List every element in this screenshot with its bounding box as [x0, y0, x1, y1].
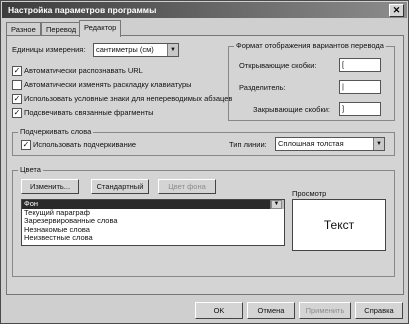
close-brackets-input[interactable]: ]: [339, 102, 381, 116]
checkbox-nontranslatable-marks[interactable]: ✓: [12, 94, 22, 104]
checkbox-switch-keyboard[interactable]: [12, 80, 22, 90]
settings-dialog: Настройка параметров программы ✕ Разное …: [0, 0, 409, 324]
format-group: Формат отображения вариантов перевода От…: [228, 41, 395, 121]
separator-label: Разделитель:: [239, 83, 286, 92]
checkbox-recognize-url[interactable]: ✓: [12, 66, 22, 76]
separator-value: |: [342, 82, 344, 91]
cancel-button[interactable]: Отмена: [247, 302, 295, 319]
close-brackets-label: Закрывающие скобки:: [253, 105, 330, 114]
tab-misc[interactable]: Разное: [6, 22, 41, 36]
line-type-value: Сплошная толстая: [278, 139, 344, 148]
units-value: сантиметры (см): [96, 45, 154, 54]
title-bar: Настройка параметров программы ✕: [2, 2, 407, 18]
underline-group: Подчеркивать слова ✓ Использовать подчер…: [12, 127, 395, 156]
line-type-label: Тип линии:: [229, 140, 267, 149]
checkbox-recognize-url-label: Автоматически распознавать URL: [24, 66, 143, 75]
preview-box: Текст: [292, 199, 386, 251]
help-button[interactable]: Справка: [355, 302, 403, 319]
chevron-down-icon: ▼: [167, 44, 178, 56]
line-type-select[interactable]: Сплошная толстая ▼: [275, 137, 385, 151]
colors-group: Цвета Изменить... Стандартный Цвет фона …: [12, 165, 395, 277]
units-select[interactable]: сантиметры (см) ▼: [93, 43, 179, 57]
units-label: Единицы измерения:: [12, 45, 86, 54]
standard-color-button[interactable]: Стандартный: [91, 179, 149, 194]
close-brackets-value: ]: [342, 104, 345, 113]
underline-group-title: Подчеркивать слова: [18, 127, 94, 136]
colors-group-title: Цвета: [18, 165, 43, 174]
apply-button[interactable]: Применить: [299, 302, 351, 319]
open-brackets-value: [: [342, 60, 345, 69]
background-color-button[interactable]: Цвет фона: [158, 179, 216, 194]
change-color-button[interactable]: Изменить...: [21, 179, 79, 194]
checkbox-switch-keyboard-label: Автоматически изменять раскладку клавиат…: [24, 80, 192, 89]
window-title: Настройка параметров программы: [8, 5, 157, 15]
checkbox-nontranslatable-marks-label: Использовать условные знаки для неперево…: [24, 94, 233, 103]
tab-translation[interactable]: Перевод: [41, 22, 82, 36]
chevron-down-icon: ▼: [373, 138, 384, 150]
preview-label: Просмотр: [292, 189, 327, 198]
format-group-title: Формат отображения вариантов перевода: [234, 41, 386, 50]
checkbox-highlight-fragments-label: Подсвечивать связанные фрагменты: [24, 108, 154, 117]
tab-editor[interactable]: Редактор: [79, 20, 122, 37]
editor-tab-panel: Единицы измерения: сантиметры (см) ▼ ✓ А…: [6, 35, 404, 295]
list-item[interactable]: Неизвестные слова: [22, 233, 284, 243]
color-elements-list[interactable]: Фон Текущий параграф Зарезервированные с…: [21, 199, 285, 246]
scroll-down-icon[interactable]: ▼: [271, 200, 282, 209]
open-brackets-label: Открывающие скобки:: [239, 61, 317, 70]
close-button[interactable]: ✕: [389, 4, 404, 17]
ok-button[interactable]: OK: [195, 302, 243, 319]
checkbox-use-underline-label: Использовать подчеркивание: [33, 140, 137, 149]
open-brackets-input[interactable]: [: [339, 58, 381, 72]
separator-input[interactable]: |: [339, 80, 381, 94]
list-scrollbar[interactable]: ▲ ▼: [270, 200, 284, 209]
checkbox-use-underline[interactable]: ✓: [21, 140, 31, 150]
checkbox-highlight-fragments[interactable]: ✓: [12, 108, 22, 118]
preview-text: Текст: [323, 218, 355, 232]
